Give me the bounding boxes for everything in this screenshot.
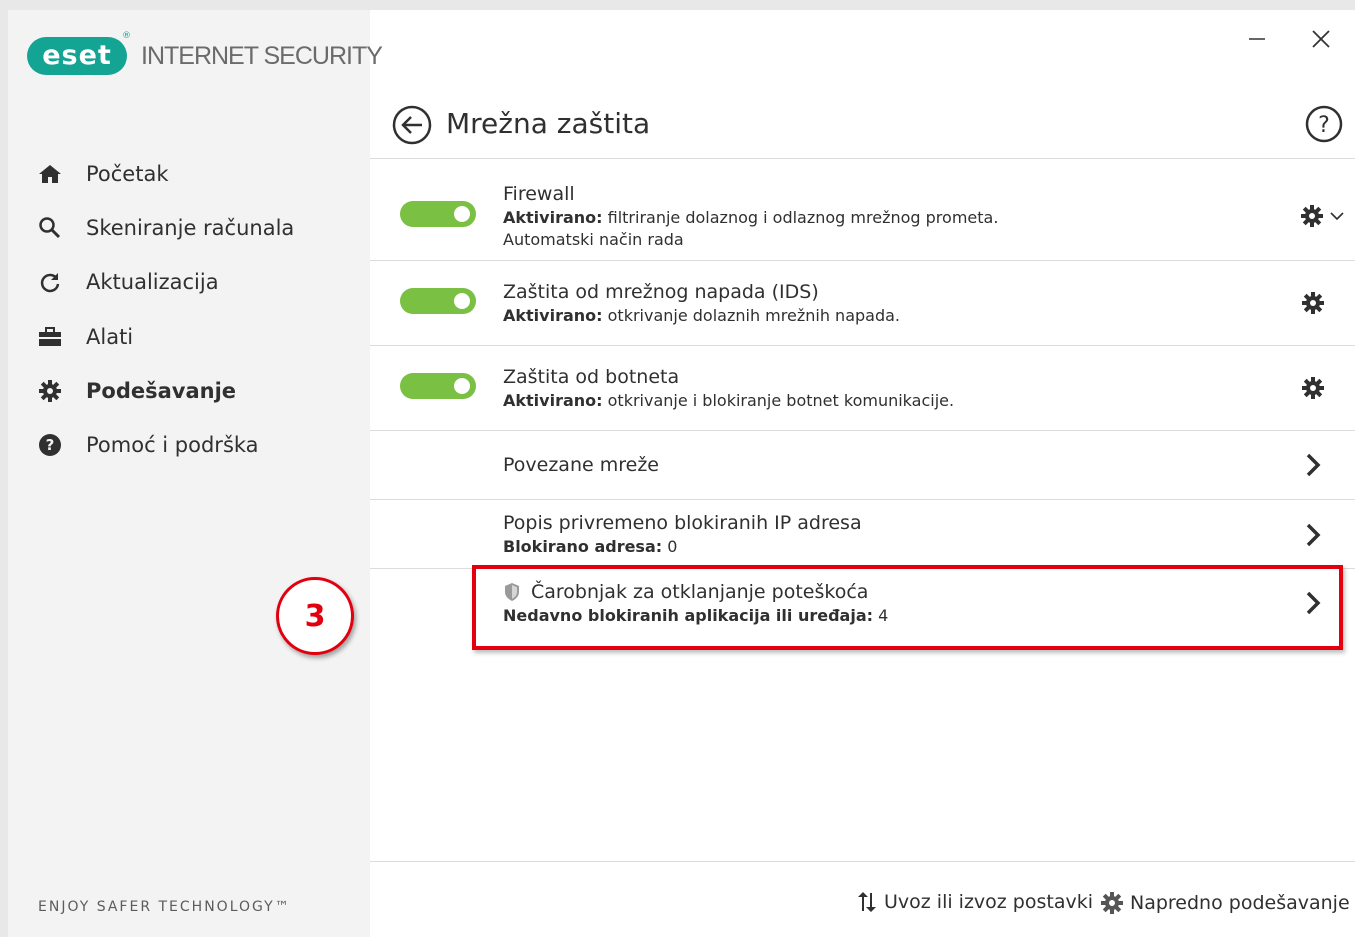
row-title: Povezane mreže bbox=[503, 454, 659, 476]
ids-settings-button[interactable] bbox=[1300, 290, 1326, 320]
gear-dropdown-icon bbox=[1301, 205, 1344, 227]
firewall-toggle[interactable] bbox=[400, 201, 476, 227]
question-icon: ? bbox=[38, 433, 68, 457]
app-logo: eset ® INTERNET SECURITY bbox=[27, 31, 383, 75]
gear-icon bbox=[1302, 292, 1324, 314]
gear-icon bbox=[38, 379, 68, 403]
row-status: Aktivirano: otkrivanje dolaznih mrežnih … bbox=[503, 306, 900, 325]
sidebar-item-aktualizacija[interactable]: Aktualizacija bbox=[38, 262, 219, 302]
page-title: Mrežna zaštita bbox=[446, 107, 651, 140]
sidebar-item-label: Aktualizacija bbox=[86, 270, 219, 294]
row-status: Blokirano adresa: 0 bbox=[503, 537, 678, 556]
botnet-toggle[interactable] bbox=[400, 373, 476, 399]
setting-row-firewall: Firewall Aktivirano: filtriranje dolazno… bbox=[370, 159, 1355, 260]
setting-row-botnet: Zaštita od botneta Aktivirano: otkrivanj… bbox=[370, 346, 1355, 430]
sidebar-item-skeniranje[interactable]: Skeniranje računala bbox=[38, 208, 294, 248]
close-icon bbox=[1312, 30, 1330, 48]
advanced-setup-link[interactable]: Napredno podešavanje bbox=[1100, 891, 1350, 915]
setting-row-connected-networks[interactable]: Povezane mreže bbox=[370, 431, 1355, 499]
minimize-icon bbox=[1249, 38, 1265, 40]
annotation-highlight-box bbox=[472, 565, 1343, 650]
setting-row-ids: Zaštita od mrežnog napada (IDS) Aktivira… bbox=[370, 261, 1355, 345]
footer-divider bbox=[370, 861, 1355, 862]
logo-registered-mark: ® bbox=[122, 31, 131, 41]
import-export-icon bbox=[856, 891, 878, 913]
sidebar-item-label: Početak bbox=[86, 162, 169, 186]
sidebar-item-pomoc[interactable]: ? Pomoć i podrška bbox=[38, 425, 259, 465]
sidebar-item-label: Podešavanje bbox=[86, 379, 237, 403]
row-status: Aktivirano: filtriranje dolaznog i odlaz… bbox=[503, 208, 999, 227]
logo-text: eset bbox=[42, 40, 112, 71]
ids-toggle[interactable] bbox=[400, 288, 476, 314]
gear-icon bbox=[1302, 377, 1324, 399]
home-icon bbox=[38, 162, 68, 186]
sidebar-item-podesavanje[interactable]: Podešavanje bbox=[38, 371, 236, 411]
firewall-settings-button[interactable] bbox=[1300, 203, 1348, 233]
row-mode: Automatski način rada bbox=[503, 230, 684, 249]
svg-text:?: ? bbox=[46, 436, 55, 454]
sidebar-item-label: Skeniranje računala bbox=[86, 216, 295, 240]
chevron-right-icon bbox=[1304, 452, 1322, 482]
back-button[interactable] bbox=[391, 104, 433, 150]
gear-icon bbox=[1100, 891, 1124, 915]
setting-row-blocked-ips[interactable]: Popis privremeno blokiranih IP adresa Bl… bbox=[370, 500, 1355, 568]
row-title: Popis privremeno blokiranih IP adresa bbox=[503, 512, 862, 534]
product-name: INTERNET SECURITY bbox=[141, 41, 383, 70]
row-title[interactable]: Zaštita od mrežnog napada (IDS) bbox=[503, 279, 900, 305]
minimize-button[interactable] bbox=[1242, 24, 1272, 54]
botnet-settings-button[interactable] bbox=[1300, 375, 1326, 405]
briefcase-icon bbox=[38, 325, 68, 349]
annotation-step-badge: 3 bbox=[276, 577, 354, 655]
close-button[interactable] bbox=[1306, 24, 1336, 54]
chevron-right-icon bbox=[1304, 522, 1322, 552]
eset-logo: eset ® bbox=[27, 31, 131, 75]
back-arrow-icon bbox=[392, 105, 432, 145]
import-export-settings-link[interactable]: Uvoz ili izvoz postavki bbox=[856, 891, 1093, 913]
help-icon: ? bbox=[1305, 105, 1343, 143]
sidebar-item-alati[interactable]: Alati bbox=[38, 317, 133, 357]
row-title[interactable]: Firewall bbox=[503, 181, 998, 207]
app-window: eset ® INTERNET SECURITY Početak Skenira… bbox=[8, 10, 1355, 937]
import-export-label: Uvoz ili izvoz postavki bbox=[884, 891, 1093, 913]
search-icon bbox=[38, 216, 68, 240]
sidebar-item-label: Pomoć i podrška bbox=[86, 433, 259, 457]
sidebar-item-label: Alati bbox=[86, 325, 134, 349]
advanced-setup-label: Napredno podešavanje bbox=[1130, 892, 1350, 914]
sidebar-item-pocetak[interactable]: Početak bbox=[38, 154, 169, 194]
help-button[interactable]: ? bbox=[1304, 104, 1344, 148]
refresh-icon bbox=[38, 270, 68, 294]
row-status: Aktivirano: otkrivanje i blokiranje botn… bbox=[503, 391, 955, 410]
row-title[interactable]: Zaštita od botneta bbox=[503, 364, 954, 390]
tagline: ENJOY SAFER TECHNOLOGY™ bbox=[38, 899, 291, 915]
svg-text:?: ? bbox=[1318, 113, 1330, 138]
